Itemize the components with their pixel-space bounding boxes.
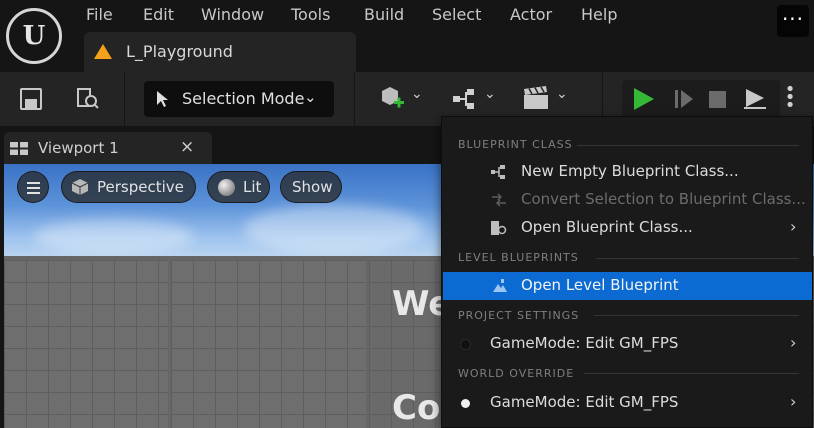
level-tab[interactable]: L_Playground bbox=[84, 32, 356, 72]
more-options-icon[interactable]: • • • bbox=[784, 81, 796, 115]
section-header-level-blueprints: LEVEL BLUEPRINTS bbox=[458, 251, 579, 264]
level-warning-icon bbox=[94, 44, 112, 59]
menu-file[interactable]: File bbox=[86, 5, 113, 24]
menu-item-label: New Empty Blueprint Class... bbox=[521, 162, 739, 180]
chevron-down-icon[interactable]: ⌄ bbox=[411, 86, 423, 102]
play-controls bbox=[622, 80, 780, 118]
menu-item-label: Convert Selection to Blueprint Class... bbox=[521, 190, 806, 208]
perspective-button[interactable]: Perspective bbox=[61, 171, 196, 203]
cinematics-icon[interactable] bbox=[522, 85, 552, 111]
content-browser-icon[interactable] bbox=[76, 86, 100, 110]
lit-button[interactable]: Lit bbox=[207, 171, 270, 203]
menu-edit[interactable]: Edit bbox=[143, 5, 174, 24]
perspective-label: Perspective bbox=[97, 178, 184, 196]
blueprint-icon bbox=[491, 165, 505, 179]
section-header-world-override: WORLD OVERRIDE bbox=[458, 367, 575, 380]
menu-item-convert-selection: Convert Selection to Blueprint Class... bbox=[443, 186, 812, 214]
menu-actor[interactable]: Actor bbox=[510, 5, 552, 24]
blueprint-dropdown-menu: BLUEPRINT CLASS New Empty Blueprint Clas… bbox=[441, 116, 813, 428]
cursor-icon bbox=[157, 91, 168, 107]
menu-item-gamemode-world[interactable]: GameMode: Edit GM_FPS › bbox=[443, 389, 812, 417]
toolbar-separator bbox=[124, 72, 125, 126]
logo-text: U bbox=[22, 21, 46, 51]
menu-build[interactable]: Build bbox=[364, 5, 404, 24]
menu-help[interactable]: Help bbox=[581, 5, 617, 24]
selection-mode-label: Selection Mode bbox=[182, 89, 305, 108]
menu-item-label: Open Level Blueprint bbox=[521, 276, 679, 294]
section-divider bbox=[596, 258, 799, 259]
grid-wall bbox=[171, 260, 366, 428]
level-tab-label: L_Playground bbox=[126, 42, 233, 61]
close-icon[interactable]: × bbox=[180, 137, 194, 157]
section-divider bbox=[584, 373, 799, 374]
section-header-blueprint-class: BLUEPRINT CLASS bbox=[458, 138, 573, 151]
bullet-icon bbox=[461, 399, 470, 408]
open-blueprint-icon bbox=[491, 221, 507, 235]
play-icon[interactable] bbox=[634, 88, 654, 110]
stop-icon[interactable] bbox=[709, 91, 726, 108]
menu-item-label: GameMode: Edit GM_FPS bbox=[490, 334, 679, 352]
menu-tools[interactable]: Tools bbox=[291, 5, 330, 24]
selection-mode-dropdown[interactable]: Selection Mode ⌄ bbox=[144, 81, 334, 117]
toolbar-separator bbox=[354, 72, 355, 126]
menu-item-open-level-blueprint[interactable]: Open Level Blueprint bbox=[443, 272, 812, 300]
section-divider bbox=[577, 145, 799, 146]
chevron-down-icon[interactable]: ⌄ bbox=[556, 86, 568, 102]
show-button[interactable]: Show bbox=[280, 171, 342, 203]
unreal-logo[interactable]: U bbox=[6, 8, 62, 64]
unreal-editor-window: U File Edit Window Tools Build Select Ac… bbox=[0, 0, 814, 428]
viewport-options-button[interactable] bbox=[17, 171, 49, 203]
cube-icon bbox=[71, 179, 89, 195]
blueprint-icon[interactable] bbox=[452, 88, 482, 110]
menu-item-label: Open Blueprint Class... bbox=[521, 218, 693, 236]
menu-item-new-empty-blueprint[interactable]: New Empty Blueprint Class... bbox=[443, 158, 812, 186]
chevron-right-icon: › bbox=[790, 217, 797, 236]
menu-item-gamemode-project[interactable]: GameMode: Edit GM_FPS › bbox=[443, 330, 812, 358]
menu-item-open-blueprint-class[interactable]: Open Blueprint Class... › bbox=[443, 214, 812, 242]
bullet-icon bbox=[461, 340, 470, 349]
menu-select[interactable]: Select bbox=[432, 5, 481, 24]
menu-window[interactable]: Window bbox=[201, 5, 264, 24]
chevron-right-icon: › bbox=[790, 333, 797, 352]
add-actor-icon[interactable] bbox=[378, 85, 406, 113]
menu-item-label: GameMode: Edit GM_FPS bbox=[490, 393, 679, 411]
section-divider bbox=[594, 315, 799, 316]
eject-icon[interactable] bbox=[743, 88, 767, 110]
convert-icon bbox=[492, 193, 506, 207]
more-options-button[interactable]: ··· bbox=[777, 5, 809, 37]
sphere-icon bbox=[218, 179, 235, 196]
viewport-grid-icon bbox=[10, 142, 28, 155]
advance-frame-icon[interactable] bbox=[674, 89, 696, 109]
show-label: Show bbox=[292, 178, 333, 196]
wall-text: Co bbox=[392, 388, 441, 428]
section-header-project-settings: PROJECT SETTINGS bbox=[458, 309, 580, 322]
chevron-down-icon[interactable]: ⌄ bbox=[484, 86, 496, 102]
viewport-tab[interactable]: Viewport 1 × bbox=[4, 132, 212, 164]
save-icon[interactable] bbox=[20, 88, 42, 110]
chevron-down-icon: ⌄ bbox=[304, 88, 317, 106]
viewport-tab-label: Viewport 1 bbox=[38, 139, 119, 157]
grid-wall bbox=[4, 260, 168, 428]
level-blueprint-icon bbox=[493, 279, 507, 292]
lit-label: Lit bbox=[243, 178, 262, 196]
chevron-right-icon: › bbox=[790, 392, 797, 411]
menu-bar: U File Edit Window Tools Build Select Ac… bbox=[0, 0, 814, 72]
